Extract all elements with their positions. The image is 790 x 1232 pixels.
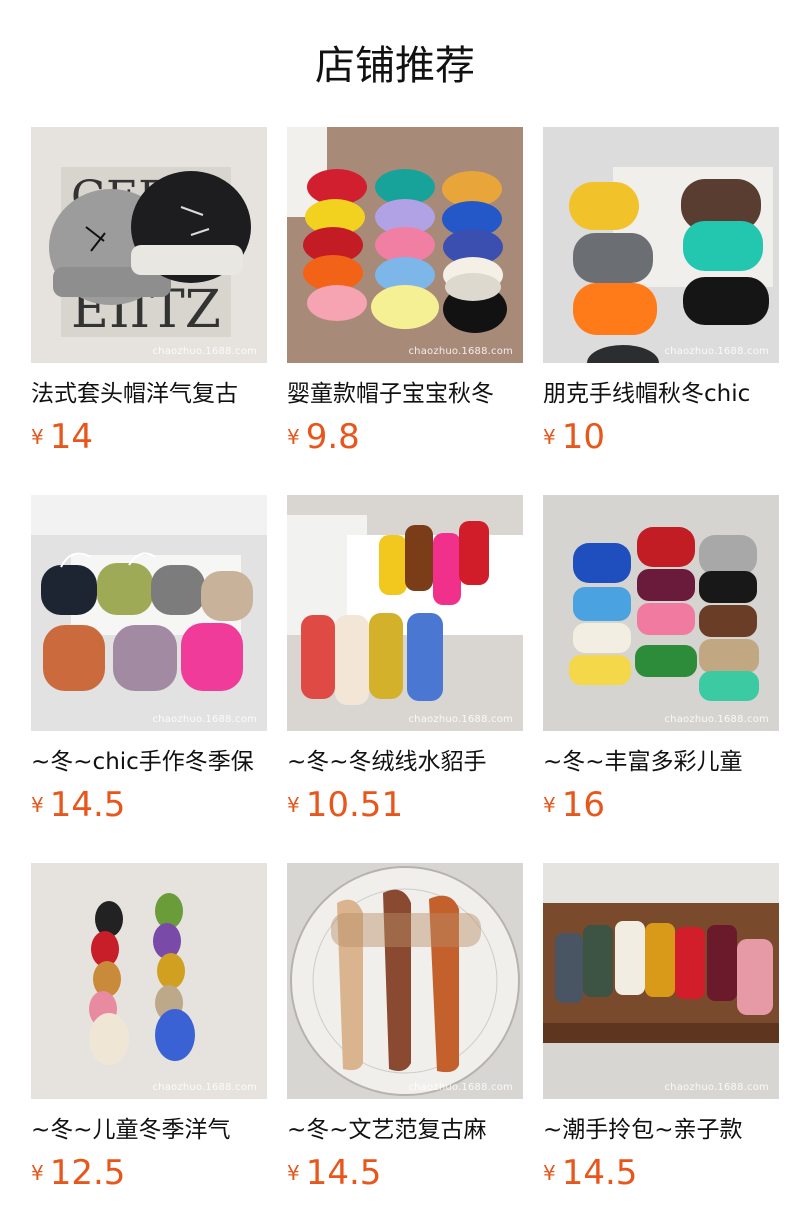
currency-symbol: ¥ (31, 1161, 44, 1185)
product-card[interactable]: chaozhuo.1688.com ~冬~儿童冬季洋气 ¥12.5 (31, 863, 267, 1203)
watermark: chaozhuo.1688.com (408, 346, 513, 357)
product-image[interactable]: chaozhuo.1688.com (287, 863, 523, 1099)
currency-symbol: ¥ (287, 793, 300, 817)
watermark: chaozhuo.1688.com (664, 714, 769, 725)
product-price: ¥10.51 (287, 783, 403, 827)
product-image[interactable]: chaozhuo.1688.com (543, 127, 779, 363)
product-price: ¥14 (31, 415, 93, 459)
product-card[interactable]: GEE EIITZ chaozhuo.1688.com 法式套头帽洋气复古 ¥1… (31, 127, 267, 467)
product-name[interactable]: 朋克手线帽秋冬chic (543, 377, 779, 411)
price-value: 9.8 (305, 417, 360, 457)
currency-symbol: ¥ (543, 425, 556, 449)
watermark: chaozhuo.1688.com (408, 714, 513, 725)
price-value: 14 (49, 417, 93, 457)
watermark: chaozhuo.1688.com (152, 346, 257, 357)
currency-symbol: ¥ (31, 425, 44, 449)
product-price: ¥9.8 (287, 415, 360, 459)
product-price: ¥14.5 (287, 1151, 381, 1195)
product-name[interactable]: ~冬~chic手作冬季保 (31, 745, 267, 779)
currency-symbol: ¥ (543, 793, 556, 817)
product-image[interactable]: chaozhuo.1688.com (287, 127, 523, 363)
product-price: ¥10 (543, 415, 605, 459)
product-image[interactable]: chaozhuo.1688.com (287, 495, 523, 731)
watermark: chaozhuo.1688.com (152, 714, 257, 725)
product-name[interactable]: ~冬~儿童冬季洋气 (31, 1113, 267, 1147)
product-price: ¥14.5 (31, 783, 125, 827)
product-image[interactable]: chaozhuo.1688.com (543, 863, 779, 1099)
watermark: chaozhuo.1688.com (408, 1082, 513, 1093)
currency-symbol: ¥ (31, 793, 44, 817)
product-name[interactable]: ~冬~丰富多彩儿童 (543, 745, 779, 779)
product-image[interactable]: GEE EIITZ chaozhuo.1688.com (31, 127, 267, 363)
product-card[interactable]: chaozhuo.1688.com ~冬~冬绒线水貂手 ¥10.51 (287, 495, 523, 835)
price-value: 16 (561, 785, 605, 825)
product-card[interactable]: chaozhuo.1688.com ~潮手拎包~亲子款 ¥14.5 (543, 863, 779, 1203)
product-name[interactable]: ~冬~文艺范复古麻 (287, 1113, 523, 1147)
product-card[interactable]: chaozhuo.1688.com ~冬~文艺范复古麻 ¥14.5 (287, 863, 523, 1203)
price-value: 10 (561, 417, 605, 457)
product-card[interactable]: chaozhuo.1688.com ~冬~丰富多彩儿童 ¥16 (543, 495, 779, 835)
price-value: 10.51 (305, 785, 404, 825)
watermark: chaozhuo.1688.com (152, 1082, 257, 1093)
price-value: 14.5 (561, 1153, 638, 1193)
product-name[interactable]: ~冬~冬绒线水貂手 (287, 745, 523, 779)
watermark: chaozhuo.1688.com (664, 1082, 769, 1093)
product-image[interactable]: chaozhuo.1688.com (31, 495, 267, 731)
product-price: ¥14.5 (543, 1151, 637, 1195)
watermark: chaozhuo.1688.com (664, 346, 769, 357)
currency-symbol: ¥ (287, 1161, 300, 1185)
product-card[interactable]: chaozhuo.1688.com 朋克手线帽秋冬chic ¥10 (543, 127, 779, 467)
product-price: ¥16 (543, 783, 605, 827)
page-title: 店铺推荐 (315, 43, 475, 89)
product-name[interactable]: ~潮手拎包~亲子款 (543, 1113, 779, 1147)
product-card[interactable]: chaozhuo.1688.com ~冬~chic手作冬季保 ¥14.5 (31, 495, 267, 835)
price-value: 12.5 (49, 1153, 126, 1193)
price-value: 14.5 (305, 1153, 382, 1193)
currency-symbol: ¥ (287, 425, 300, 449)
product-name[interactable]: 婴童款帽子宝宝秋冬 (287, 377, 523, 411)
product-price: ¥12.5 (31, 1151, 125, 1195)
product-image[interactable]: chaozhuo.1688.com (543, 495, 779, 731)
product-name[interactable]: 法式套头帽洋气复古 (31, 377, 267, 411)
price-value: 14.5 (49, 785, 126, 825)
currency-symbol: ¥ (543, 1161, 556, 1185)
product-card[interactable]: chaozhuo.1688.com 婴童款帽子宝宝秋冬 ¥9.8 (287, 127, 523, 467)
product-image[interactable]: chaozhuo.1688.com (31, 863, 267, 1099)
